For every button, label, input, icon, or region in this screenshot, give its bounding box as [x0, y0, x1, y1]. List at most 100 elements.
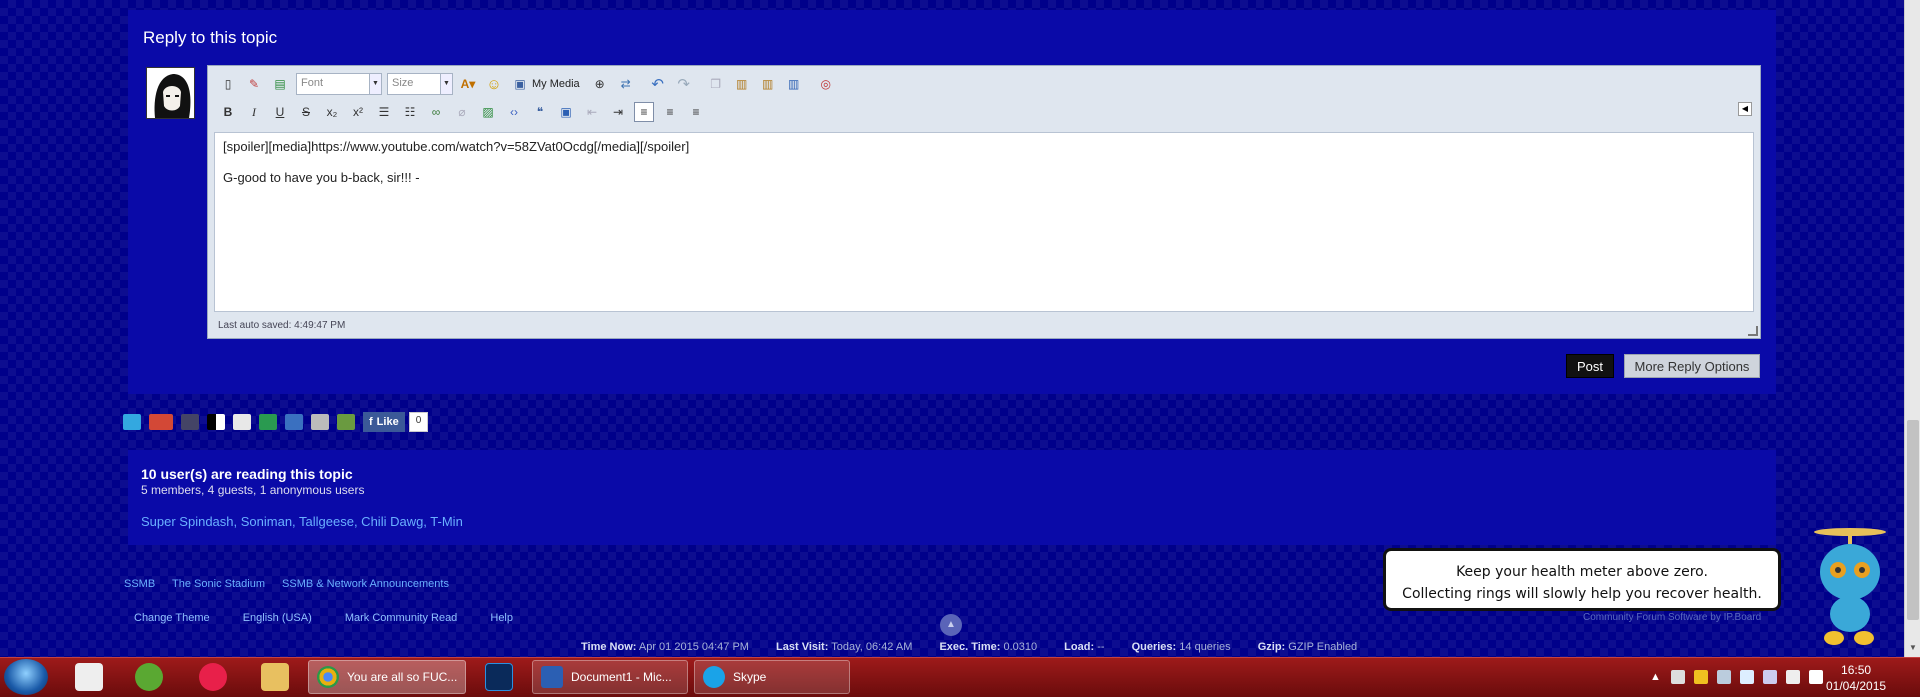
facebook-like-count: 0 [408, 412, 429, 432]
emoticon-icon[interactable]: ☺ [484, 74, 504, 94]
superscript-icon[interactable]: x² [348, 102, 368, 122]
taskbar-window-word[interactable]: Document1 - Mic... [532, 660, 688, 694]
media-icon[interactable]: ▣ [510, 74, 530, 94]
reply-title: Reply to this topic [143, 28, 278, 47]
taskbar-window-skype[interactable]: Skype [694, 660, 850, 694]
breadcrumb-announcements[interactable]: SSMB & Network Announcements [282, 578, 449, 590]
taskbar-window-label: Document1 - Mic... [571, 670, 672, 684]
taskbar-pinned-app[interactable] [248, 660, 302, 694]
align-right-icon[interactable]: ≡ [686, 102, 706, 122]
text-color-icon[interactable]: A▾ [458, 74, 478, 94]
indent-icon[interactable]: ⇥ [608, 102, 628, 122]
chao-mascot-icon[interactable] [1800, 522, 1892, 647]
print-icon[interactable] [311, 414, 329, 430]
redo-icon[interactable]: ↷ [674, 74, 694, 94]
tray-app-icon[interactable] [1716, 670, 1731, 684]
strikethrough-icon[interactable]: S [296, 102, 316, 122]
outdent-icon[interactable]: ⇤ [582, 102, 602, 122]
tooltip-line-1: Keep your health meter above zero. [1456, 564, 1708, 580]
taskbar-pinned-app[interactable] [186, 660, 240, 694]
find-replace-icon[interactable]: ⇄ [616, 74, 636, 94]
underline-icon[interactable]: U [270, 102, 290, 122]
twitter-icon[interactable] [123, 414, 141, 430]
mark-community-read-link[interactable]: Mark Community Read [345, 612, 457, 624]
forum-software-credit[interactable]: Community Forum Software by IP.Board [1583, 612, 1761, 623]
volume-icon[interactable] [1808, 670, 1823, 684]
source-mode-icon[interactable]: ▯ [218, 74, 238, 94]
rss-icon[interactable] [181, 414, 199, 430]
google-plus-icon[interactable] [149, 414, 173, 430]
active-users-breakdown: 5 members, 4 guests, 1 anonymous users [141, 483, 365, 497]
binoculars-icon[interactable]: ⊕ [590, 74, 610, 94]
font-select[interactable]: Font ▼ [296, 73, 382, 95]
avatar[interactable] [146, 67, 195, 119]
bold-icon[interactable]: B [218, 102, 238, 122]
size-select[interactable]: Size ▼ [387, 73, 453, 95]
facebook-like-button[interactable]: f Like [363, 412, 405, 432]
battery-icon[interactable] [1785, 670, 1800, 684]
avatar-image [147, 68, 194, 118]
taskbar-pinned-app[interactable] [122, 660, 176, 694]
code-icon[interactable]: ‹› [504, 102, 524, 122]
post-button[interactable]: Post [1566, 354, 1614, 378]
reply-textarea[interactable]: [spoiler][media]https://www.youtube.com/… [214, 132, 1754, 312]
delicious-icon[interactable] [207, 414, 225, 430]
tray-app-icon[interactable] [1693, 670, 1708, 684]
undo-icon[interactable]: ↶ [648, 74, 668, 94]
italic-icon[interactable]: I [244, 102, 264, 122]
spoiler-icon[interactable]: ▣ [556, 102, 576, 122]
paste-icon[interactable]: ▥ [732, 74, 752, 94]
copy-icon[interactable]: ❐ [706, 74, 726, 94]
paste-text-icon[interactable]: ▥ [758, 74, 778, 94]
show-hidden-icons-icon[interactable]: ▲ [1650, 671, 1661, 683]
more-reply-options-button[interactable]: More Reply Options [1624, 354, 1760, 378]
scroll-down-icon[interactable]: ▼ [1907, 643, 1919, 655]
language-link[interactable]: English (USA) [243, 612, 312, 624]
taskbar-window-chrome[interactable]: You are all so FUC... [308, 660, 466, 694]
back-to-top-icon[interactable]: ▲ [940, 614, 962, 636]
stumbleupon-icon[interactable] [259, 414, 277, 430]
digg-icon[interactable] [233, 414, 251, 430]
game-icon [135, 663, 163, 691]
collapse-toolbar-icon[interactable]: ◀ [1738, 102, 1752, 116]
steam-icon[interactable] [1739, 670, 1754, 684]
change-theme-link[interactable]: Change Theme [134, 612, 210, 624]
paste-word-icon[interactable]: ▥ [784, 74, 804, 94]
autosave-status: Last auto saved: 4:49:47 PM [218, 320, 346, 331]
remove-format-icon[interactable]: ✎ [244, 74, 264, 94]
breadcrumb-sonic-stadium[interactable]: The Sonic Stadium [172, 578, 265, 590]
align-center-icon[interactable]: ≡ [660, 102, 680, 122]
start-button-icon[interactable] [4, 659, 48, 695]
image-icon[interactable]: ▨ [478, 102, 498, 122]
active-users-list[interactable]: Super Spindash, Soniman, Tallgeese, Chil… [141, 514, 463, 529]
download-icon[interactable] [337, 414, 355, 430]
page-stats: Time Now: Apr 01 2015 04:47 PM Last Visi… [581, 641, 1381, 653]
queries-label: Queries: [1131, 641, 1177, 653]
quote-icon[interactable]: ❝ [530, 102, 550, 122]
taskbar-pinned-app[interactable] [62, 660, 116, 694]
insert-row-icon[interactable]: ▤ [270, 74, 290, 94]
taskbar-window-label: You are all so FUC... [347, 670, 458, 684]
help-link[interactable]: Help [490, 612, 513, 624]
taskbar-clock[interactable]: 16:50 01/04/2015 [1826, 662, 1886, 694]
clock-date: 01/04/2015 [1826, 679, 1887, 693]
numbered-list-icon[interactable]: ☷ [400, 102, 420, 122]
network-icon[interactable] [1762, 670, 1777, 684]
time-now-value: Apr 01 2015 04:47 PM [638, 641, 749, 653]
link-icon[interactable]: ∞ [426, 102, 446, 122]
tray-app-icon[interactable] [1670, 670, 1685, 684]
bullet-list-icon[interactable]: ☰ [374, 102, 394, 122]
resize-handle-icon[interactable] [1748, 326, 1758, 336]
subscript-icon[interactable]: x₂ [322, 102, 342, 122]
align-left-icon[interactable]: ≡ [634, 102, 654, 122]
scrollbar-thumb[interactable] [1907, 420, 1919, 620]
page-scrollbar[interactable]: ▼ [1904, 0, 1920, 657]
unlink-icon[interactable]: ⌀ [452, 102, 472, 122]
breadcrumb-ssmb[interactable]: SSMB [124, 578, 155, 590]
my-media-button[interactable]: My Media [532, 78, 580, 90]
spellcheck-icon[interactable]: ◎ [816, 74, 836, 94]
word-icon [541, 666, 563, 688]
notepad-icon [75, 663, 103, 691]
email-icon[interactable] [285, 414, 303, 430]
taskbar-pinned-app[interactable] [472, 660, 526, 694]
